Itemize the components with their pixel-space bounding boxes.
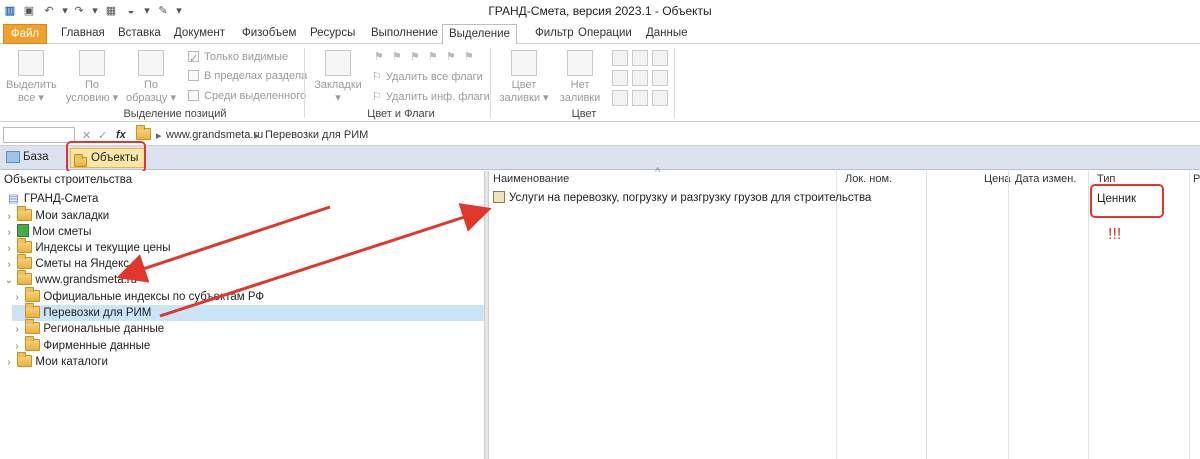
annotation-arrow [159,203,492,318]
annotation-arrow [116,205,331,283]
annotation-arrows [116,203,492,318]
